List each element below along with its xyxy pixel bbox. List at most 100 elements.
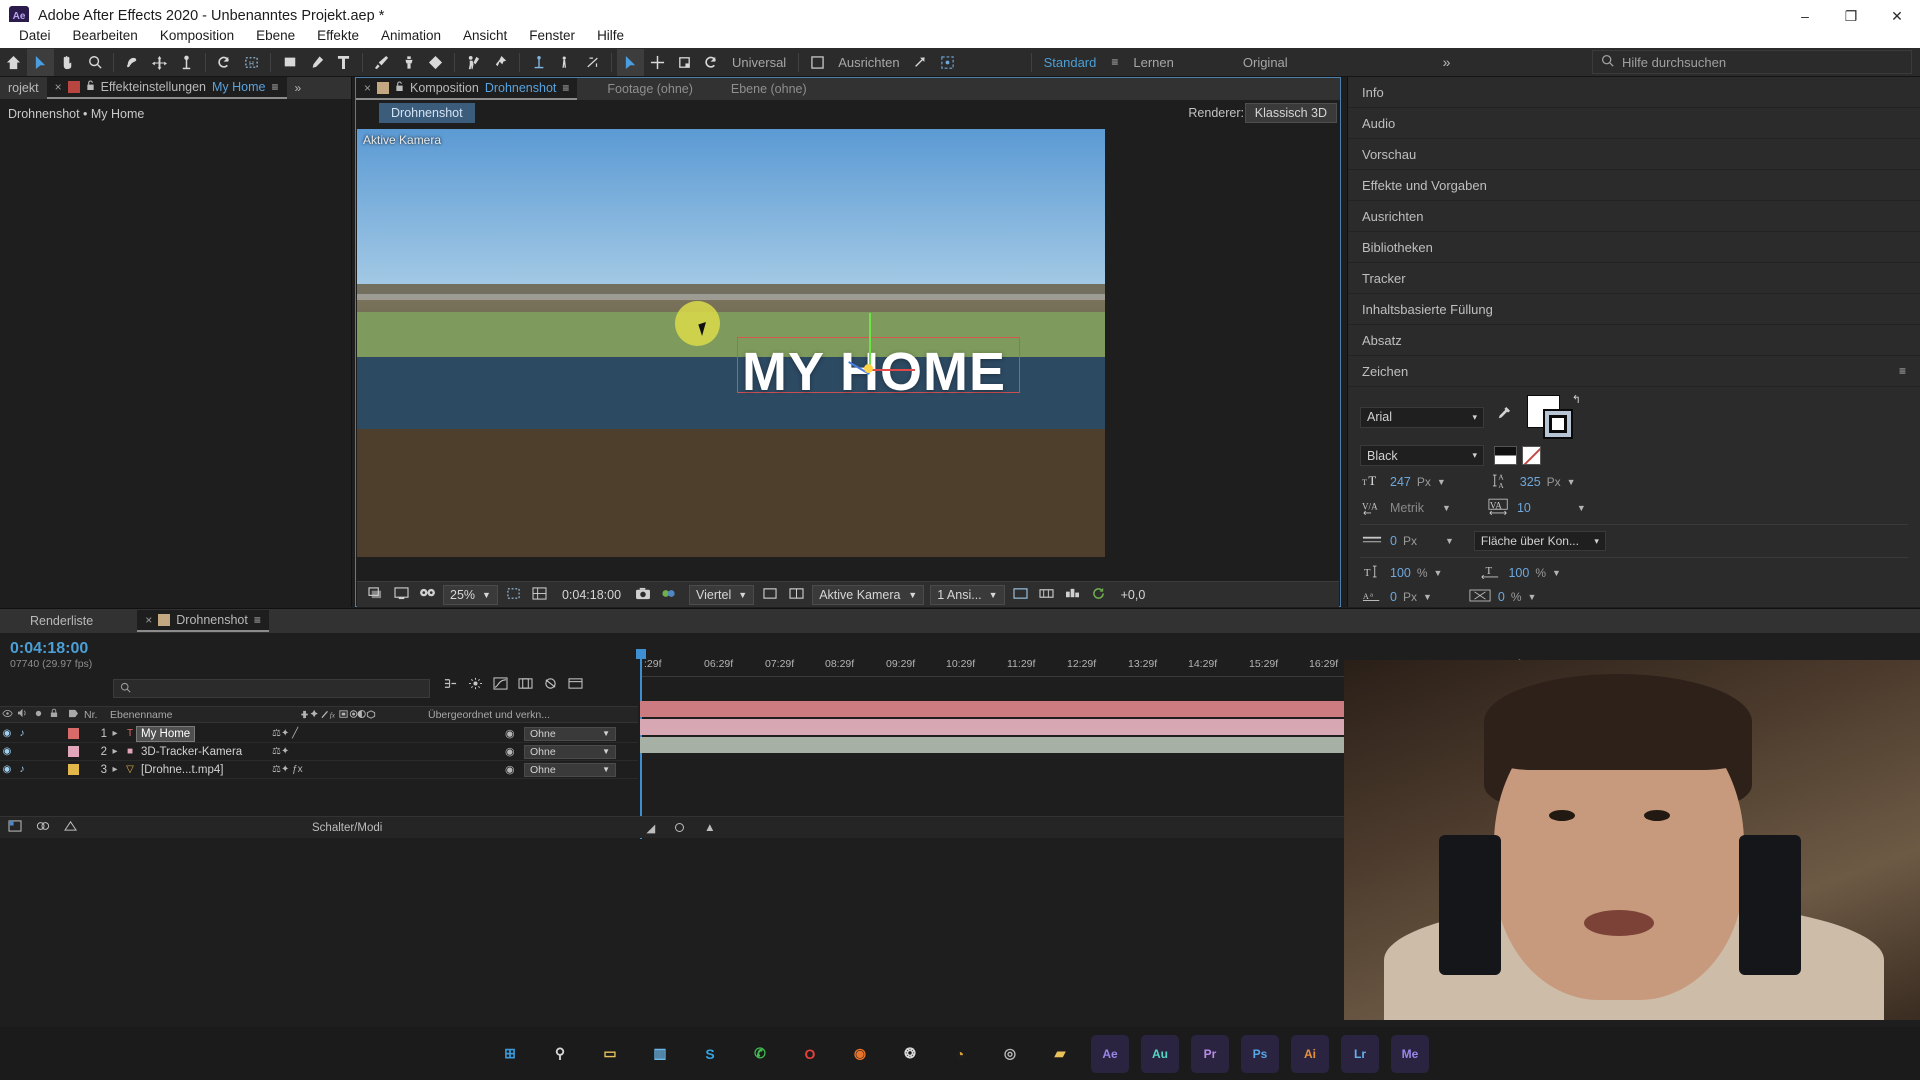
taskbar-opera-icon[interactable]: O [791,1035,829,1073]
menu-item-bearbeiten[interactable]: Bearbeiten [62,26,149,45]
camera-track-icon[interactable] [579,49,606,76]
help-search-input[interactable]: Hilfe durchsuchen [1592,50,1912,74]
layer-switches[interactable]: ⚖✦ [272,746,289,757]
grid-guides-icon[interactable] [530,586,550,603]
baseline-shift-dropdown-icon[interactable]: ▼ [1423,592,1432,602]
expand-arrow-icon[interactable]: ▸ [107,728,123,739]
expand-arrow-icon[interactable]: ▸ [107,746,123,757]
font-size-dropdown-icon[interactable]: ▼ [1437,477,1446,487]
close-icon[interactable]: × [145,613,152,627]
motion-blur-icon[interactable] [468,677,483,693]
taskbar-blender-icon[interactable]: ❂ [891,1035,929,1073]
tab-layer[interactable]: Ebene (ohne) [701,78,815,100]
parent-pickwhip-icon[interactable]: ◉ [505,727,515,740]
menu-item-komposition[interactable]: Komposition [149,26,245,45]
composition-viewer[interactable]: MY HOME Aktive Kamera [357,129,1105,557]
parent-pickwhip-icon[interactable]: ◉ [505,763,515,776]
menu-item-fenster[interactable]: Fenster [518,26,586,45]
viewer-current-time[interactable]: 0:04:18:00 [556,588,627,602]
parent-select[interactable]: Ohne ▼ [524,726,616,741]
toggle-viewer-quality-icon[interactable] [760,587,780,603]
region-of-interest-icon[interactable]: H [238,49,265,76]
parent-select[interactable]: Ohne ▼ [524,744,616,759]
kerning-value[interactable]: Metrik [1390,501,1424,515]
camera-tool-icon[interactable] [173,49,200,76]
taskbar-after-effects-icon[interactable]: Ae [1091,1034,1129,1073]
stroke-width-dropdown-icon[interactable]: ▼ [1445,536,1454,546]
menu-item-datei[interactable]: Datei [8,26,62,45]
tracking-dropdown-icon[interactable]: ▼ [1577,503,1586,513]
character-panel-header[interactable]: Zeichen ≡ [1348,356,1920,387]
video-toggle[interactable]: ◉ [0,728,14,739]
taskbar-firefox-icon[interactable]: ◉ [841,1035,879,1073]
frame-blend-footer-icon[interactable] [64,820,78,835]
expand-arrow-icon[interactable]: ▸ [107,764,123,775]
toggle-transparency-grid-icon[interactable] [365,586,385,603]
menu-item-animation[interactable]: Animation [370,26,452,45]
workspace-learn-tab[interactable]: Lernen [1126,55,1180,70]
menu-item-ebene[interactable]: Ebene [245,26,306,45]
composition-canvas[interactable]: MY HOME Aktive Kamera [357,129,1105,557]
universal-selection-icon[interactable] [617,48,644,76]
zoom-out-icon[interactable]: ◢ [646,821,655,835]
tab-footage[interactable]: Footage (ohne) [577,78,700,100]
vertical-scale-dropdown-icon[interactable]: ▼ [1434,568,1443,578]
frame-blending-icon[interactable] [518,677,533,693]
dock-item-absatz[interactable]: Absatz [1348,325,1920,356]
menu-item-effekte[interactable]: Effekte [306,26,370,45]
menu-item-hilfe[interactable]: Hilfe [586,26,635,45]
leading-value[interactable]: 325 [1520,475,1541,489]
parent-select[interactable]: Ohne ▼ [524,762,616,777]
layer-color-chip[interactable] [68,728,79,739]
layer-switches[interactable]: ⚖✦ ╱ [272,728,298,739]
snap-checkbox[interactable] [804,49,831,76]
toggle-mask-icon[interactable] [391,586,411,603]
clone-stamp-tool-icon[interactable] [395,49,422,76]
puppet-pin-tool-icon[interactable] [487,49,514,76]
zoom-level-select[interactable]: 25% ▼ [443,584,498,605]
layer-switches[interactable]: ⚖✦ ƒx [272,764,303,775]
workspace-overflow-icon[interactable]: » [1435,54,1459,70]
shy-layers-icon[interactable] [543,677,558,693]
timeline-current-time[interactable]: 0:04:18:00 [0,633,638,658]
switches-modes-button[interactable]: Schalter/Modi [312,822,382,834]
pen-tool-icon[interactable] [303,49,330,76]
stroke-mode-select[interactable]: Fläche über Kon... ▾ [1473,531,1606,551]
audio-toggle[interactable]: ♪ [14,764,30,775]
layer-search-input[interactable] [113,679,430,698]
brush-tool-icon[interactable] [368,49,395,76]
tab-effect-controls[interactable]: × Effekteinstellungen My Home ≡ [46,77,287,99]
tracking-value[interactable]: 10 [1517,501,1531,515]
panel-menu-icon[interactable]: ≡ [1899,364,1906,378]
close-icon[interactable]: × [364,81,371,95]
baseline-shift-value[interactable]: 0 [1390,590,1397,604]
taskbar-folder-icon[interactable]: ▰ [1041,1035,1079,1073]
left-panel-overflow[interactable]: » [287,77,310,99]
toggle-3d-glasses-icon[interactable] [417,587,437,603]
layer-name[interactable]: 3D-Tracker-Kamera [137,745,246,759]
taskbar-illustrator-icon[interactable]: Ai [1291,1034,1329,1073]
tsume-dropdown-icon[interactable]: ▼ [1528,592,1537,602]
horizontal-scale-dropdown-icon[interactable]: ▼ [1552,568,1561,578]
tab-render-queue[interactable]: Renderliste [0,610,101,632]
taskbar-skype-icon[interactable]: S [691,1035,729,1073]
taskbar-audition-icon[interactable]: Au [1141,1034,1179,1073]
taskbar-task-view-icon[interactable]: ▥ [641,1035,679,1073]
dock-item-info[interactable]: Info [1348,77,1920,108]
taskbar-start-icon[interactable]: ⊞ [491,1035,529,1073]
dock-item-vorschau[interactable]: Vorschau [1348,139,1920,170]
views-count-select[interactable]: 1 Ansi... ▼ [930,584,1005,605]
vertical-scale-value[interactable]: 100 [1390,566,1411,580]
exposure-value[interactable]: +0,0 [1115,588,1152,602]
rotate-arrow-icon[interactable] [211,49,238,76]
timeline-zoom-slider[interactable]: ◢ ▲ [646,821,715,835]
menu-item-ansicht[interactable]: Ansicht [452,26,518,45]
renderer-value[interactable]: Klassisch 3D [1244,103,1337,123]
audio-toggle[interactable]: ♪ [14,746,30,757]
dock-item-tracker[interactable]: Tracker [1348,263,1920,294]
renderer-options-icon[interactable] [1063,587,1083,603]
taskbar-whatsapp-icon[interactable]: ✆ [741,1035,779,1073]
dock-item-ausrichten[interactable]: Ausrichten [1348,201,1920,232]
eyedropper-icon[interactable] [1494,406,1511,428]
font-family-select[interactable]: Arial ▾ [1360,406,1484,428]
